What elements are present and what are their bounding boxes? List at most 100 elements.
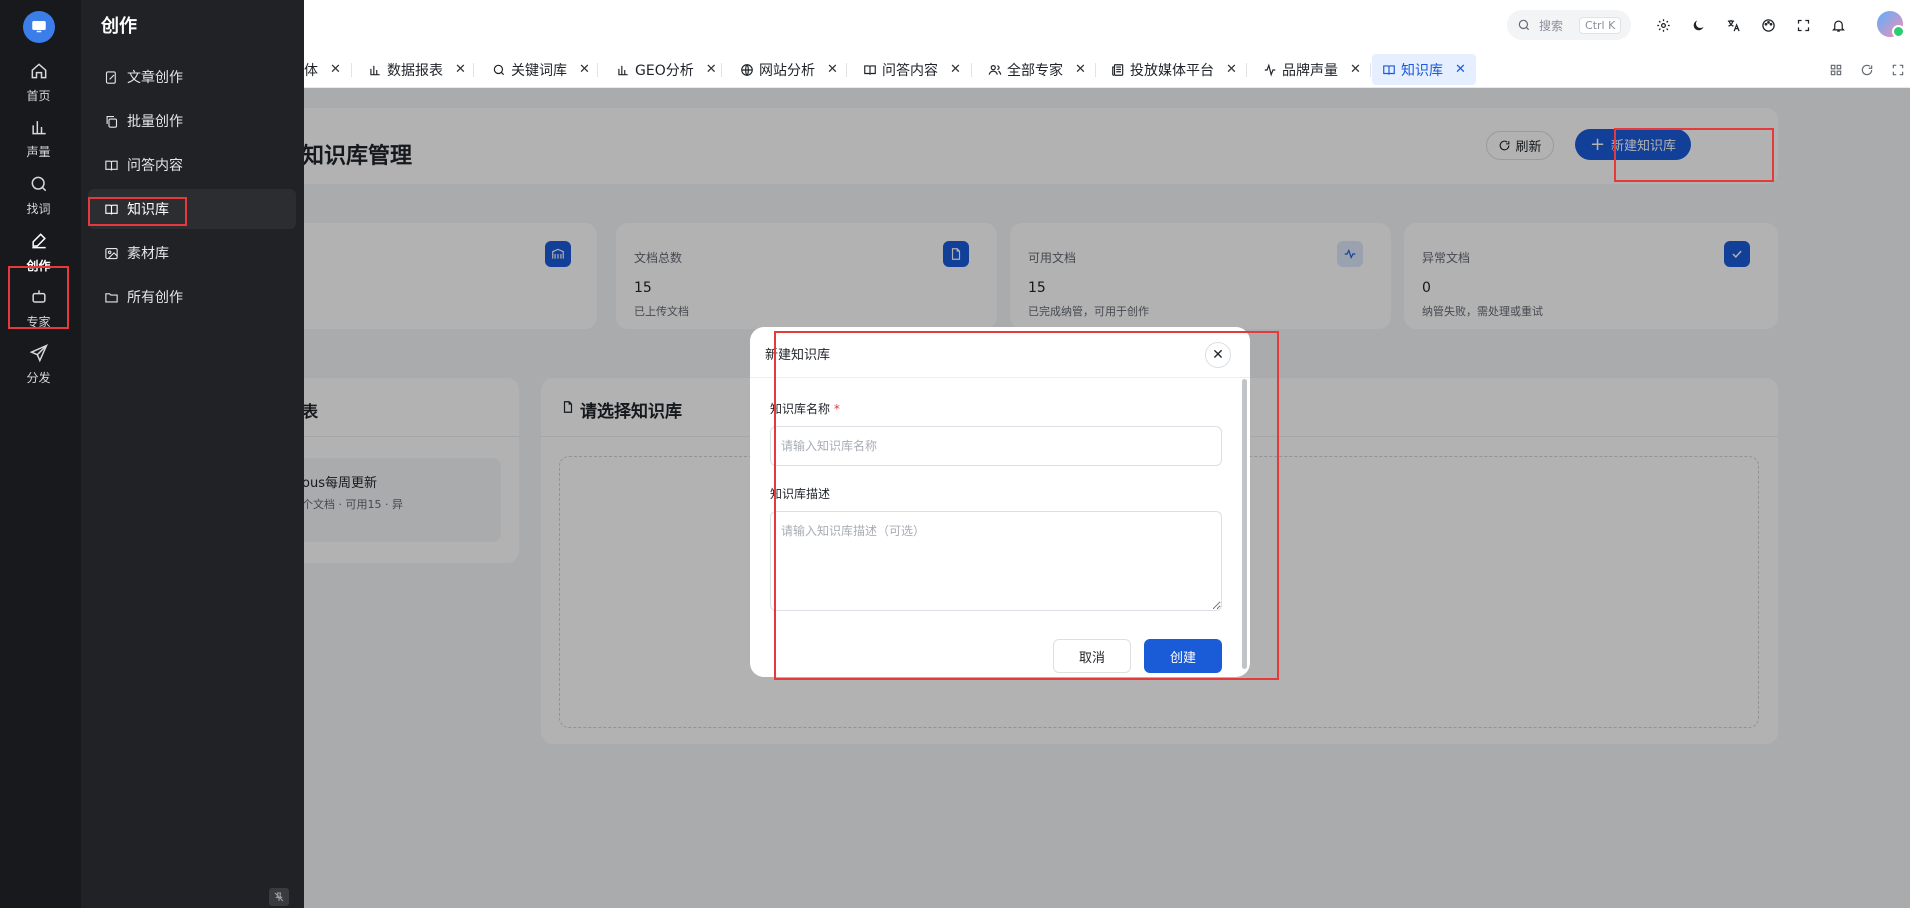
kb-desc-textarea[interactable] xyxy=(770,511,1222,611)
users-icon xyxy=(988,64,1002,75)
avatar[interactable] xyxy=(1875,9,1905,39)
close-icon[interactable]: ✕ xyxy=(1205,342,1231,368)
folder-icon xyxy=(105,292,118,302)
edit-doc-icon xyxy=(105,70,116,84)
rail-item-create[interactable]: 创作 xyxy=(8,222,69,282)
rail-item-experts[interactable]: 专家 xyxy=(8,278,69,338)
tab-label: 网站分析 xyxy=(759,62,815,79)
rail-label: 找词 xyxy=(26,201,51,216)
theme-palette-icon[interactable] xyxy=(1757,14,1779,36)
close-icon[interactable]: ✕ xyxy=(330,62,341,77)
cancel-button[interactable]: 取消 xyxy=(1053,639,1131,673)
edit-icon xyxy=(31,232,46,248)
tab-all-experts[interactable]: 全部专家 ✕ xyxy=(988,54,1086,85)
moon-icon[interactable] xyxy=(1687,14,1709,36)
icon-rail: 首页 声量 找词 创作 专家 分发 xyxy=(0,0,81,908)
submenu-item-knowledge[interactable]: 知识库 xyxy=(88,189,296,229)
close-icon[interactable]: ✕ xyxy=(950,62,961,77)
rail-item-volume[interactable]: 声量 xyxy=(8,108,69,168)
tab-qa-content[interactable]: 问答内容 ✕ xyxy=(863,54,961,85)
close-icon[interactable]: ✕ xyxy=(1226,62,1237,77)
app-root: 首页 声量 找词 创作 专家 分发 创作 文章创作 批量创作 问答内容 知识库 … xyxy=(0,0,1910,908)
top-bar: 搜索 Ctrl K xyxy=(304,0,1910,51)
tab-separator xyxy=(721,63,722,77)
image-icon xyxy=(105,247,118,259)
search-label: 搜索 xyxy=(1539,18,1564,33)
copy-icon xyxy=(106,115,118,128)
tab-separator xyxy=(351,63,352,77)
tab-geo-analysis[interactable]: GEO分析 ✕ xyxy=(616,54,717,85)
bar-chart-icon xyxy=(370,65,380,75)
tab-knowledge-base[interactable]: 知识库 ✕ xyxy=(1372,54,1476,85)
search-icon xyxy=(1518,19,1530,31)
dialog-divider xyxy=(750,377,1250,378)
create-button[interactable]: 创建 xyxy=(1144,639,1222,673)
tab-media[interactable]: 体 ✕ xyxy=(304,54,341,85)
close-icon[interactable]: ✕ xyxy=(1455,62,1466,77)
submenu-item-batch[interactable]: 批量创作 xyxy=(88,101,296,141)
search-shortcut: Ctrl K xyxy=(1579,16,1622,34)
tab-separator xyxy=(1246,63,1247,77)
activity-icon xyxy=(1264,62,1276,77)
rail-item-distribute[interactable]: 分发 xyxy=(8,334,69,394)
rail-label: 首页 xyxy=(26,88,51,103)
globe-icon xyxy=(741,63,753,76)
book-open-icon xyxy=(1383,64,1395,75)
rail-item-keywords[interactable]: 找词 xyxy=(8,165,69,225)
rail-label: 声量 xyxy=(26,144,51,159)
book-open-icon xyxy=(105,204,118,215)
rail-label: 专家 xyxy=(26,314,51,329)
close-icon[interactable]: ✕ xyxy=(579,62,590,77)
bar-chart-icon xyxy=(31,120,46,134)
tab-brand-volume[interactable]: 品牌声量 ✕ xyxy=(1263,54,1361,85)
close-icon[interactable]: ✕ xyxy=(827,62,838,77)
close-icon[interactable]: ✕ xyxy=(455,62,466,77)
tab-label: GEO分析 xyxy=(635,62,694,79)
submenu-item-label: 文章创作 xyxy=(127,70,183,86)
expand-icon[interactable] xyxy=(1889,61,1907,79)
kb-name-label-text: 知识库名称 xyxy=(770,402,831,416)
bell-icon[interactable] xyxy=(1827,14,1849,36)
dialog-scrollbar[interactable] xyxy=(1242,379,1247,669)
refresh-icon[interactable] xyxy=(1858,61,1876,79)
kb-name-input[interactable] xyxy=(770,426,1222,466)
settings-icon[interactable] xyxy=(1652,14,1674,36)
fullscreen-icon[interactable] xyxy=(1792,14,1814,36)
tab-media-platforms[interactable]: 投放媒体平台 ✕ xyxy=(1111,54,1237,85)
tab-label: 全部专家 xyxy=(1007,62,1063,79)
tab-label: 投放媒体平台 xyxy=(1130,62,1214,79)
required-mark: * xyxy=(833,402,840,416)
tab-separator xyxy=(597,63,598,77)
tab-site-analysis[interactable]: 网站分析 ✕ xyxy=(740,54,838,85)
translate-icon[interactable] xyxy=(1722,14,1744,36)
grid-icon[interactable] xyxy=(1827,61,1845,79)
tab-separator xyxy=(846,63,847,77)
submenu-item-all[interactable]: 所有创作 xyxy=(88,277,296,317)
app-logo[interactable] xyxy=(23,11,55,43)
close-icon[interactable]: ✕ xyxy=(706,62,717,77)
submenu-item-qa[interactable]: 问答内容 xyxy=(88,145,296,185)
rail-item-home[interactable]: 首页 xyxy=(8,52,69,112)
search-icon xyxy=(493,64,505,75)
tab-data-report[interactable]: 数据报表 ✕ xyxy=(368,54,466,85)
kb-desc-label: 知识库描述 xyxy=(770,487,831,501)
close-icon[interactable]: ✕ xyxy=(1075,62,1086,77)
unpin-icon[interactable] xyxy=(269,888,289,906)
tab-separator xyxy=(1095,63,1096,77)
tab-keyword-lib[interactable]: 关键词库 ✕ xyxy=(492,54,590,85)
submenu-item-label: 素材库 xyxy=(127,246,169,262)
tab-separator xyxy=(473,63,474,77)
rail-label: 分发 xyxy=(26,370,51,385)
tab-label: 数据报表 xyxy=(387,62,443,79)
global-search[interactable]: 搜索 Ctrl K xyxy=(1507,10,1631,40)
rail-label: 创作 xyxy=(26,258,51,273)
dialog-title: 新建知识库 xyxy=(765,348,831,363)
send-icon xyxy=(29,343,48,362)
submenu-item-label: 批量创作 xyxy=(127,114,183,130)
robot-icon xyxy=(31,289,46,303)
submenu-item-article[interactable]: 文章创作 xyxy=(88,57,296,97)
tab-label: 体 xyxy=(304,62,318,79)
book-icon xyxy=(105,160,118,171)
submenu-item-assets[interactable]: 素材库 xyxy=(88,233,296,273)
close-icon[interactable]: ✕ xyxy=(1350,62,1361,77)
